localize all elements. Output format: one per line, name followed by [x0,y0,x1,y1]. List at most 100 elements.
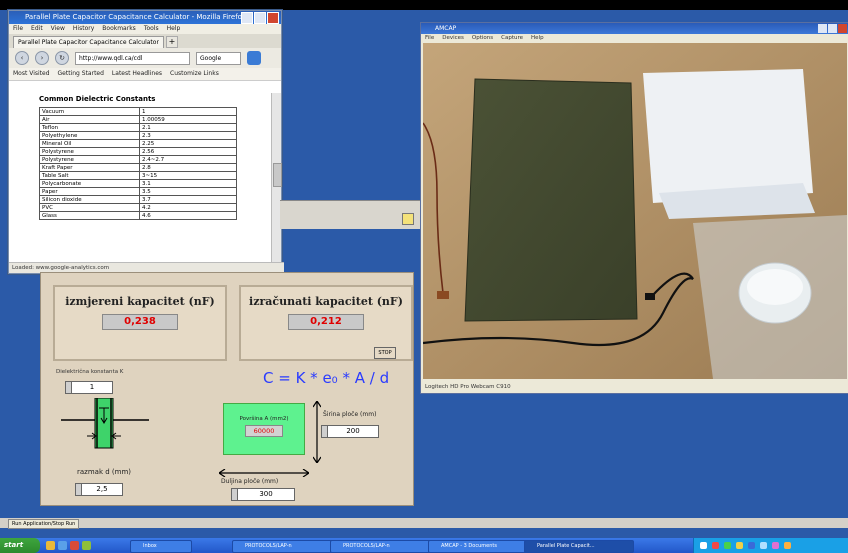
forward-icon[interactable]: › [35,51,49,65]
area-value: 60000 [245,425,283,437]
material-cell: Vacuum [39,107,140,116]
bookmarks-bar: Most Visited Getting Started Latest Head… [9,68,281,81]
camera-menu-options[interactable]: Options [472,34,493,43]
folder-icon[interactable] [46,541,55,550]
taskbar: start Inbox PROTOCOLS/LAP-n PROTOCOLS/LA… [0,538,848,553]
home-icon[interactable] [247,51,261,65]
camera-menu-capture[interactable]: Capture [501,34,523,43]
minimize-icon[interactable] [241,12,253,24]
table-row: Vacuum 1 [39,107,237,116]
camera-title: AMCAP [435,25,457,32]
area-label: Površina A (mm2) [239,416,289,422]
menu-tools[interactable]: Tools [144,24,159,34]
browser-window: Parallel Plate Capacitor Capacitance Cal… [8,10,284,274]
constant-cell: 2.3 [139,131,237,140]
run-tab[interactable]: Run Application/Stop Run [8,519,80,529]
search-input[interactable]: Google [196,51,241,65]
constant-cell: 1.00059 [139,115,237,124]
browser-content: Common Dielectric Constants Vacuum 1 Air 1.… [9,93,271,263]
menu-view[interactable]: View [51,24,65,34]
browser-title-bar[interactable]: Parallel Plate Capacitor Capacitance Cal… [9,11,281,24]
constant-cell: 4.2 [139,203,237,212]
bookmark-customize-links[interactable]: Customize Links [170,68,219,80]
taskbar-button-amcap[interactable]: AMCAP - 3 Documents [428,540,532,553]
panel-indicator[interactable] [402,213,414,225]
system-tray [693,538,848,553]
constant-cell: 2.1 [139,123,237,132]
constant-cell: 3.1 [139,179,237,188]
bookmark-getting-started[interactable]: Getting Started [58,68,104,80]
dielectric-constant-input[interactable]: 1 [71,381,113,394]
constant-cell: 4.6 [139,211,237,220]
tray-alert-icon[interactable] [736,542,743,549]
plate-distance-input[interactable]: 2,5 [81,483,123,496]
constant-cell: 2.4~2.7 [139,155,237,164]
plate-length-input[interactable]: 300 [237,488,295,501]
menu-help[interactable]: Help [167,24,181,34]
taskbar-button-protocols-1[interactable]: PROTOCOLS/LAP-n [232,540,334,553]
taskbar-button-protocols-2[interactable]: PROTOCOLS/LAP-n [330,540,432,553]
constant-cell: 2.8 [139,163,237,172]
table-row: Kraft Paper 2.8 [39,163,237,172]
table-row: Polyethylene 2.3 [39,131,237,140]
tray-update-icon[interactable] [724,542,731,549]
calculated-capacitance-title: izračunati kapacitet (nF) [249,295,403,308]
camera-menu-help[interactable]: Help [531,34,544,43]
material-cell: Teflon [39,123,140,132]
tray-network-icon[interactable] [700,542,707,549]
browser-icon[interactable] [58,541,67,550]
menu-file[interactable]: File [13,24,23,34]
material-cell: Polystyrene [39,155,140,164]
constant-cell: 2.25 [139,139,237,148]
scroll-thumb[interactable] [273,163,282,187]
maximize-icon[interactable] [254,12,266,24]
tray-battery-icon[interactable] [784,542,791,549]
table-row: PVC 4.2 [39,203,237,212]
taskbar-button-parallel-plate[interactable]: Parallel Plate Capacit... [524,540,634,553]
new-tab-icon[interactable]: + [165,36,178,48]
menu-history[interactable]: History [73,24,94,34]
camera-close-icon[interactable] [838,24,847,33]
tray-volume-icon[interactable] [760,542,767,549]
menu-bookmarks[interactable]: Bookmarks [102,24,136,34]
url-input[interactable]: http://www.qdl.ca/cdl [75,51,190,65]
camera-scene [423,43,847,379]
bookmark-latest-headlines[interactable]: Latest Headlines [112,68,162,80]
table-row: Air 1.00059 [39,115,237,124]
reload-icon[interactable]: ↻ [55,51,69,65]
menu-edit[interactable]: Edit [31,24,43,34]
taskbar-button-inbox[interactable]: Inbox [130,540,192,553]
browser-menu-bar: File Edit View History Bookmarks Tools H… [9,24,281,34]
material-cell: Table Salt [39,171,140,180]
media-icon[interactable] [70,541,79,550]
width-arrow-icon [313,401,321,463]
plate-width-input[interactable]: 200 [327,425,379,438]
tray-security-icon[interactable] [712,542,719,549]
plate-width-label: Širina ploče (mm) [323,411,377,418]
stop-button[interactable]: STOP [374,347,396,359]
camera-menu-devices[interactable]: Devices [442,34,464,43]
camera-video-feed [423,43,847,379]
measured-capacitance-value: 0,238 [102,314,178,330]
bookmark-most-visited[interactable]: Most Visited [13,68,50,80]
table-row: Polycarbonate 3.1 [39,179,237,188]
material-cell: Paper [39,187,140,196]
browser-tab[interactable]: Parallel Plate Capacitor Capacitance Cal… [13,36,164,48]
table-row: Paper 3.5 [39,187,237,196]
tray-bluetooth-icon[interactable] [748,542,755,549]
camera-maximize-icon[interactable] [828,24,837,33]
close-icon[interactable] [267,12,279,24]
measured-capacitance-box: izmjereni kapacitet (nF) 0,238 [53,285,227,361]
table-row: Silicon dioxide 3.7 [39,195,237,204]
start-button[interactable]: start [0,538,40,553]
table-row: Teflon 2.1 [39,123,237,132]
material-cell: Polycarbonate [39,179,140,188]
camera-minimize-icon[interactable] [818,24,827,33]
browser-title: Parallel Plate Capacitor Capacitance Cal… [25,13,246,21]
tray-app-icon[interactable] [772,542,779,549]
camera-title-bar[interactable]: AMCAP [421,23,848,34]
camera-menu-file[interactable]: File [425,34,434,43]
browser-scrollbar[interactable] [271,93,282,263]
app-icon[interactable] [82,541,91,550]
back-icon[interactable]: ‹ [15,51,29,65]
